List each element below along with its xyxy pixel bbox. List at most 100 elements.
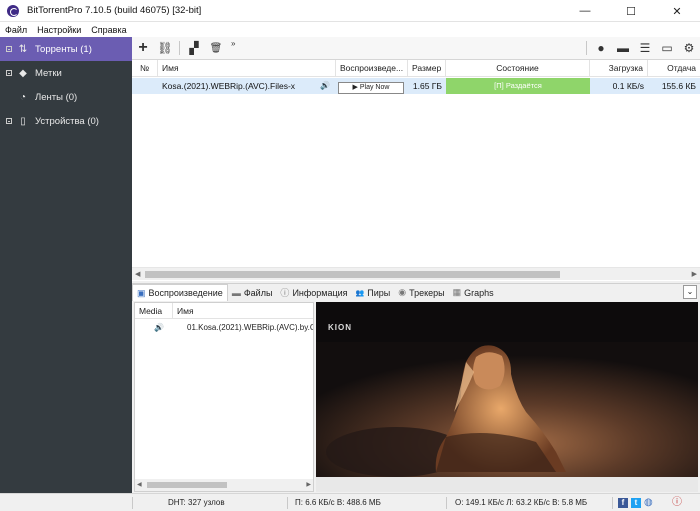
scroll-left-icon[interactable]: ◀ [135, 270, 140, 278]
facebook-icon[interactable]: f [618, 498, 628, 508]
tab-files[interactable]: ▬ Файлы [228, 284, 277, 301]
info-icon: ⓘ [280, 288, 290, 298]
toolbar-divider [179, 41, 180, 55]
monitor-icon[interactable]: ▭ [656, 37, 678, 59]
sidebar-item-torrents[interactable]: ⇅ Торренты (1) [0, 37, 132, 61]
sidebar-item-devices[interactable]: ▯ Устройства (0) [0, 109, 132, 133]
status-bar: DHT: 327 узлов П: 6.6 КБ/с В: 488.6 МБ О… [0, 493, 700, 511]
chat-icon[interactable]: ▬ [612, 37, 634, 59]
scrollbar-thumb[interactable] [147, 482, 227, 488]
sidebar-item-label: Ленты (0) [35, 91, 78, 103]
tab-graphs[interactable]: ▦ Graphs [449, 284, 498, 301]
dht-status[interactable]: DHT: 327 узлов [168, 494, 225, 511]
column-header-playback[interactable]: Воспроизведе... [336, 60, 408, 77]
tab-label: Файлы [243, 287, 273, 298]
status-divider [132, 497, 133, 509]
scroll-right-icon[interactable]: ▶ [692, 270, 697, 278]
collapse-panel-button[interactable]: ⌄ [683, 285, 697, 299]
upload-status[interactable]: О: 149.1 КБ/с Л: 63.2 КБ/с В: 5.8 МБ [455, 494, 587, 511]
tab-label: Трекеры [409, 287, 445, 298]
column-header-name[interactable]: Имя [158, 60, 336, 77]
tag-icon: ◆ [19, 67, 27, 79]
rss-icon: ◔ [19, 91, 27, 103]
cell-upload: 155.6 КБ [661, 81, 696, 91]
list-header: Media Имя [135, 303, 313, 319]
globe-icon[interactable]: ◍ [644, 494, 653, 511]
status-divider [612, 497, 613, 509]
video-player[interactable]: KION [316, 302, 698, 477]
add-torrent-button[interactable]: + [132, 37, 154, 59]
sidebar-item-labels[interactable]: ◆ Метки [0, 61, 132, 85]
window-controls: — ☐ ✕ [562, 0, 700, 22]
list-horizontal-scrollbar[interactable]: ◀ ▶ [132, 267, 700, 280]
table-row[interactable]: Kosa.(2021).WEBRip.(AVC).Files-x 🔊 ▶ Pla… [132, 78, 700, 94]
tab-peers[interactable]: 👥 Пиры [352, 284, 395, 301]
maximize-button[interactable]: ☐ [608, 0, 654, 22]
scroll-right-icon[interactable]: ▶ [306, 481, 311, 488]
speaker-icon[interactable]: 🔊 [135, 320, 183, 335]
sidebar-item-feeds[interactable]: ◔ Ленты (0) [0, 85, 132, 109]
toolbar: + ⛓ ▞ 🗑 » ● ▬ ☰ ▭ ⚙ [132, 37, 700, 59]
peers-icon: 👥 [355, 289, 365, 297]
list-view-icon[interactable]: ☰ [634, 37, 656, 59]
tab-label: Пиры [367, 287, 391, 298]
settings-gear-icon[interactable]: ⚙ [678, 37, 700, 59]
status-badge: [П] Раздаётся [446, 78, 590, 94]
sidebar-item-label: Устройства (0) [35, 115, 99, 127]
bulb-icon[interactable]: ● [590, 37, 612, 59]
sidebar-item-label: Торренты (1) [35, 43, 92, 55]
cell-size: 1.65 ГБ [412, 81, 442, 91]
file-name: 01.Kosa.(2021).WEBRip.(AVC).by.C [187, 323, 313, 332]
menu-file[interactable]: Файл [0, 25, 32, 35]
graph-icon: ▦ [452, 287, 462, 297]
delete-button[interactable]: 🗑 [205, 37, 227, 59]
download-status[interactable]: П: 6.6 КБ/с В: 488.6 МБ [295, 494, 381, 511]
cell-playback: ▶ Play Now [336, 78, 408, 94]
column-header-download[interactable]: Загрузка [590, 60, 648, 77]
speaker-icon[interactable]: 🔊 [318, 78, 336, 94]
info-icon[interactable]: ⓘ [672, 494, 682, 511]
folder-icon: ▬ [231, 287, 241, 298]
expand-icon[interactable] [6, 46, 12, 52]
detail-tabs: ▣ Воспроизведение ▬ Файлы ⓘ Информация 👥… [132, 283, 700, 301]
tab-info[interactable]: ⓘ Информация [276, 284, 351, 301]
channel-logo: KION [328, 323, 352, 332]
tab-playback[interactable]: ▣ Воспроизведение [132, 284, 228, 301]
status-divider [287, 497, 288, 509]
toolbar-right-group: ● ▬ ☰ ▭ ⚙ [583, 37, 700, 59]
sidebar-item-label: Метки [35, 67, 62, 79]
torrent-list: № Имя Воспроизведе... Размер Состояние З… [132, 59, 700, 281]
cell-download: 0.1 КБ/s [612, 81, 644, 91]
column-header-size[interactable]: Размер [408, 60, 446, 77]
menu-bar: Файл Настройки Справка [0, 22, 700, 37]
close-button[interactable]: ✕ [654, 0, 700, 22]
play-now-button[interactable]: ▶ Play Now [338, 82, 404, 94]
list-header: № Имя Воспроизведе... Размер Состояние З… [132, 60, 700, 77]
play-icon: ▣ [137, 287, 146, 298]
column-header-upload[interactable]: Отдача [648, 60, 700, 77]
scroll-left-icon[interactable]: ◀ [137, 481, 142, 488]
column-header-name[interactable]: Имя [173, 303, 313, 319]
column-header-number[interactable]: № [132, 60, 158, 77]
create-torrent-button[interactable]: ▞ [183, 37, 205, 59]
toolbar-divider [586, 41, 587, 55]
expand-icon[interactable] [6, 70, 12, 76]
transfer-arrows-icon: ⇅ [18, 43, 28, 55]
video-controls-bar[interactable] [316, 477, 698, 492]
menu-settings[interactable]: Настройки [32, 25, 86, 35]
menu-help[interactable]: Справка [86, 25, 131, 35]
list-item[interactable]: 🔊 01.Kosa.(2021).WEBRip.(AVC).by.C [135, 320, 313, 335]
tab-trackers[interactable]: ◉ Трекеры [394, 284, 448, 301]
scrollbar-thumb[interactable] [145, 271, 560, 278]
minimize-button[interactable]: — [562, 0, 608, 22]
files-horizontal-scrollbar[interactable]: ◀ ▶ [135, 479, 313, 491]
twitter-icon[interactable]: t [631, 498, 641, 508]
app-logo-icon [7, 4, 19, 17]
toolbar-overflow-button[interactable]: » [231, 39, 235, 48]
column-header-media[interactable]: Media [135, 303, 173, 319]
expand-icon[interactable] [6, 118, 12, 124]
cell-number [132, 78, 158, 94]
add-link-button[interactable]: ⛓ [154, 37, 176, 59]
column-header-status[interactable]: Состояние [446, 60, 590, 77]
phone-icon: ▯ [20, 115, 26, 127]
